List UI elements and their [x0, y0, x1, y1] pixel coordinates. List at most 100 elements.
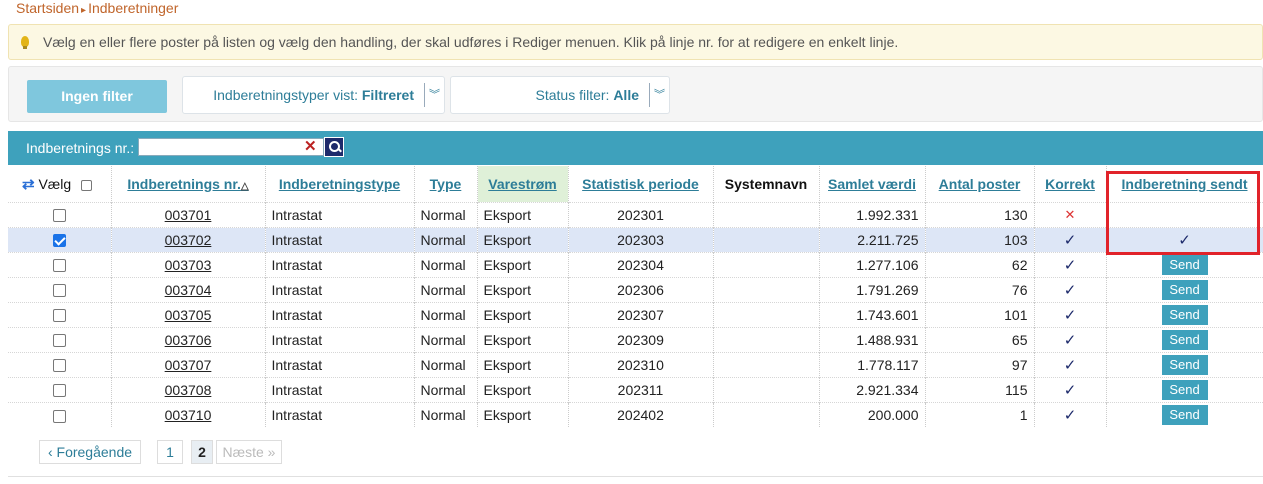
clear-icon[interactable]: ✕ — [304, 137, 317, 155]
table-row[interactable]: 003703 Intrastat Normal Eksport 202304 1.277.… — [8, 251, 1263, 277]
column-header-flow[interactable]: Varestrøm — [477, 166, 569, 202]
report-nr-link[interactable]: 003708 — [111, 376, 266, 402]
row-checkbox[interactable] — [52, 409, 66, 423]
cell-count: 97 — [925, 351, 1035, 377]
no-filter-button[interactable]: Ingen filter — [27, 80, 167, 113]
report-nr-link[interactable]: 003703 — [111, 251, 266, 277]
row-checkbox[interactable] — [52, 259, 66, 273]
row-checkbox[interactable] — [52, 334, 66, 348]
cell-period: 202311 — [568, 376, 714, 402]
breadcrumb-current[interactable]: Indberetninger — [88, 0, 178, 16]
search-icon[interactable] — [324, 137, 344, 157]
refresh-icon[interactable]: ⇄ — [22, 176, 35, 193]
column-header-count[interactable]: Antal poster — [925, 166, 1035, 202]
row-checkbox[interactable] — [52, 309, 66, 323]
cell-type-name: Intrastat — [265, 351, 415, 377]
row-checkbox[interactable] — [52, 359, 66, 373]
cell-sent: Send — [1106, 401, 1263, 427]
report-types-dropdown[interactable]: Indberetningstyper vist: Filtreret ︾ — [182, 76, 445, 114]
report-nr-link[interactable]: 003704 — [111, 276, 266, 302]
info-text: Vælg en eller flere poster på listen og … — [43, 34, 899, 50]
cell-value: 200.000 — [819, 401, 926, 427]
select-header-label: Vælg — [38, 175, 72, 192]
cell-type: Normal — [414, 351, 478, 377]
table-row[interactable]: 003710 Intrastat Normal Eksport 202402 200.00… — [8, 401, 1263, 427]
select-column-header: ⇄ Vælg — [8, 166, 112, 202]
cell-type-name: Intrastat — [265, 326, 415, 352]
cell-system — [713, 326, 820, 352]
cell-type-name: Intrastat — [265, 251, 415, 277]
column-header-nr[interactable]: Indberetnings nr.△ — [111, 166, 266, 202]
page-button-current[interactable]: 2 — [191, 440, 213, 464]
cell-period: 202304 — [568, 251, 714, 277]
cell-flow: Eksport — [477, 301, 569, 327]
cell-system — [713, 301, 820, 327]
cell-count: 115 — [925, 376, 1035, 402]
cell-system — [713, 401, 820, 427]
send-button[interactable]: Send — [1161, 404, 1208, 425]
search-input[interactable] — [138, 138, 324, 156]
row-checkbox-cell — [8, 326, 112, 352]
cell-sent: Send — [1106, 251, 1263, 277]
cell-count: 130 — [925, 201, 1035, 227]
row-checkbox-cell — [8, 276, 112, 302]
report-nr-link[interactable]: 003702 — [111, 226, 266, 252]
status-filter-label: Status filter: — [535, 87, 610, 103]
row-checkbox[interactable] — [52, 234, 66, 248]
report-nr-link[interactable]: 003707 — [111, 351, 266, 377]
column-header-type[interactable]: Type — [414, 166, 478, 202]
report-types-label: Indberetningstyper vist: — [213, 87, 358, 103]
prev-page-button[interactable]: ‹ Foregående — [39, 440, 141, 464]
report-nr-link[interactable]: 003710 — [111, 401, 266, 427]
cell-correct: ✓ — [1034, 276, 1107, 302]
cell-value: 2.211.725 — [819, 226, 926, 252]
breadcrumb-home-link[interactable]: Startsiden — [16, 0, 79, 16]
column-header-value[interactable]: Samlet værdi — [819, 166, 926, 202]
report-nr-link[interactable]: 003706 — [111, 326, 266, 352]
column-header-correct[interactable]: Korrekt — [1034, 166, 1107, 202]
cell-type: Normal — [414, 251, 478, 277]
row-checkbox-cell — [8, 226, 112, 252]
page-button[interactable]: 1 — [157, 440, 183, 464]
cell-type: Normal — [414, 401, 478, 427]
cell-flow: Eksport — [477, 376, 569, 402]
row-checkbox[interactable] — [52, 209, 66, 223]
status-filter-dropdown[interactable]: Status filter: Alle ︾ — [450, 76, 670, 114]
select-all-checkbox[interactable] — [81, 179, 93, 191]
chevron-down-icon[interactable]: ︾ — [649, 83, 669, 107]
column-header-sent[interactable]: Indberetning sendt — [1106, 166, 1263, 202]
send-button[interactable]: Send — [1161, 354, 1208, 375]
send-button[interactable]: Send — [1161, 304, 1208, 325]
breadcrumb: Startsiden ▸ Indberetninger — [16, 0, 178, 16]
table-row[interactable]: 003702 Intrastat Normal Eksport 202303 2.211.… — [8, 226, 1263, 252]
send-button[interactable]: Send — [1161, 279, 1208, 300]
send-button[interactable]: Send — [1161, 254, 1208, 275]
column-header-type-name[interactable]: Indberetningstype — [265, 166, 415, 202]
correct-icon: ✓ — [1063, 306, 1077, 324]
chevron-down-icon[interactable]: ︾ — [424, 83, 444, 107]
table-row[interactable]: 003701 Intrastat Normal Eksport 202301 1.992.… — [8, 201, 1263, 227]
correct-icon: ✓ — [1063, 356, 1077, 374]
report-nr-link[interactable]: 003705 — [111, 301, 266, 327]
cell-count: 103 — [925, 226, 1035, 252]
next-page-button: Næste » — [216, 440, 282, 464]
row-checkbox[interactable] — [52, 384, 66, 398]
cell-type-name: Intrastat — [265, 401, 415, 427]
cell-flow: Eksport — [477, 201, 569, 227]
cell-period: 202306 — [568, 276, 714, 302]
table-header-row: ⇄ Vælg Indberetnings nr.△ Indberetningst… — [8, 166, 1263, 202]
row-checkbox[interactable] — [52, 284, 66, 298]
breadcrumb-separator-icon: ▸ — [81, 5, 87, 16]
table-row[interactable]: 003708 Intrastat Normal Eksport 202311 2.921.… — [8, 376, 1263, 402]
table-row[interactable]: 003706 Intrastat Normal Eksport 202309 1.488.… — [8, 326, 1263, 352]
column-header-period[interactable]: Statistisk periode — [568, 166, 714, 202]
report-nr-link[interactable]: 003701 — [111, 201, 266, 227]
table-row[interactable]: 003707 Intrastat Normal Eksport 202310 1.778.… — [8, 351, 1263, 377]
send-button[interactable]: Send — [1161, 379, 1208, 400]
table-row[interactable]: 003704 Intrastat Normal Eksport 202306 1.791.… — [8, 276, 1263, 302]
cell-correct: ✓ — [1034, 251, 1107, 277]
table-row[interactable]: 003705 Intrastat Normal Eksport 202307 1.743.… — [8, 301, 1263, 327]
send-button[interactable]: Send — [1161, 329, 1208, 350]
cell-sent: Send — [1106, 276, 1263, 302]
report-types-value: Filtreret — [361, 87, 414, 103]
